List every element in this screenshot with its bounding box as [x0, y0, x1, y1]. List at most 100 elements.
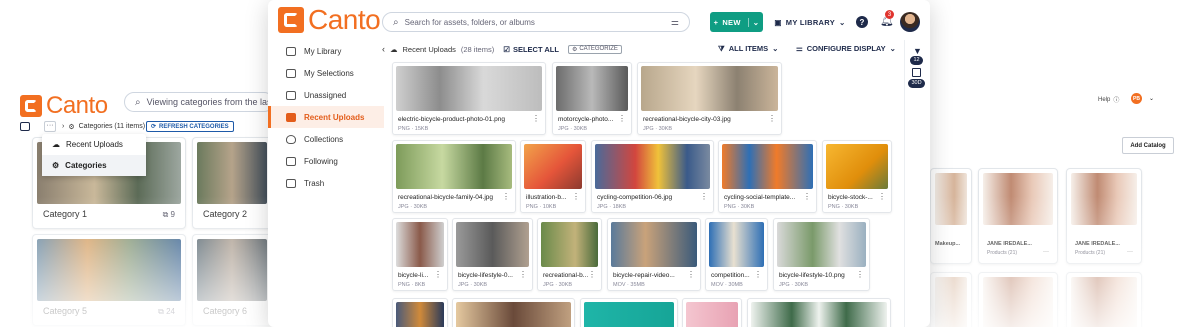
asset-card[interactable]: recreational-b... JPG · 30KB ⋮	[537, 218, 602, 291]
asset-card[interactable]: recreational-bicycle-family-04.jpg JPG · …	[392, 140, 516, 213]
more-icon[interactable]: ⋮	[700, 193, 708, 201]
asset-card[interactable]: competition... MOV · 30MB ⋮	[705, 218, 768, 291]
calendar-icon[interactable]	[912, 68, 921, 77]
catalog-tile[interactable]	[930, 272, 972, 327]
catalog-tile[interactable]: Makeup...	[930, 168, 972, 264]
asset-card[interactable]	[747, 298, 891, 327]
right-rail: ▼ 12 30D	[904, 40, 930, 327]
sidebar-item-unassigned[interactable]: Unassigned	[268, 84, 384, 106]
catalog-thumbnail	[935, 173, 967, 225]
funnel-icon[interactable]: ▼	[913, 46, 922, 56]
sidebar-item-collections[interactable]: Collections	[268, 128, 384, 150]
all-items-dropdown[interactable]: ⧩ ALL ITEMS ⌄	[718, 44, 778, 54]
asset-name: recreational-bicycle-city-03.jpg	[643, 116, 731, 123]
sidebar-item-my-library[interactable]: My Library	[268, 40, 384, 62]
configure-display-dropdown[interactable]: ⚌ CONFIGURE DISPLAY ⌄	[796, 44, 896, 53]
more-icon[interactable]: ⋮	[532, 115, 540, 123]
more-icon[interactable]: ⋮	[572, 193, 580, 201]
more-icon[interactable]: ⋮	[754, 271, 762, 279]
catalog-tile[interactable]	[1066, 272, 1142, 327]
filter-count-badge: 12	[910, 56, 923, 65]
more-icon[interactable]: ⋮	[519, 271, 527, 279]
asset-thumbnail	[826, 144, 888, 189]
chevron-left-icon[interactable]: ‹	[382, 44, 385, 54]
catalog-tile[interactable]: JANE IREDALE... Products (21) ···	[978, 168, 1058, 264]
more-icon[interactable]: ⋮	[687, 271, 695, 279]
asset-card[interactable]: recreational-bicycle-city-03.jpg JPG · 30…	[637, 62, 782, 135]
more-icon[interactable]: ···	[44, 121, 56, 132]
more-icon[interactable]: ⋮	[618, 115, 626, 123]
folder-icon[interactable]	[20, 122, 30, 131]
breadcrumb: › ⚙ Categories (11 items)	[62, 123, 146, 131]
more-icon[interactable]: ⋮	[588, 271, 596, 279]
category-tile[interactable]: Category 6	[192, 234, 272, 326]
asset-card[interactable]: motorcycle-photo... JPG · 30KB ⋮	[552, 62, 632, 135]
asset-card[interactable]	[452, 298, 575, 327]
sidebar-item-recent-uploads[interactable]: Recent Uploads⋮	[268, 106, 398, 128]
chevron-down-icon[interactable]: ⌄	[1149, 95, 1154, 102]
asset-meta: JPG · 30KB	[543, 282, 573, 288]
asset-card[interactable]: bicycle-li... PNG · 8KB ⋮	[392, 218, 448, 291]
following-icon	[286, 156, 296, 166]
assets-icon: ⧉	[162, 210, 171, 219]
category-tile[interactable]: Category 2	[192, 137, 272, 229]
sidebar-item-trash[interactable]: Trash	[268, 172, 384, 194]
categorize-button[interactable]: ⚙ CATEGORIZE	[567, 44, 622, 54]
more-icon[interactable]: ···	[1127, 249, 1133, 255]
asset-card[interactable]: bicycle-repair-video... MOV · 35MB ⋮	[607, 218, 701, 291]
asset-meta: PNG · 30KB	[724, 204, 755, 210]
more-icon[interactable]: ⋮	[768, 115, 776, 123]
help-link[interactable]: Help ⓘ	[1098, 95, 1119, 105]
more-icon[interactable]: ···	[1043, 249, 1049, 255]
catalog-tile[interactable]	[978, 272, 1058, 327]
asset-card[interactable]: bicycle-lifestyle-10.png JPG · 30KB ⋮	[773, 218, 870, 291]
chevron-down-icon: ⌄	[772, 44, 779, 53]
more-icon[interactable]: ⋮	[434, 271, 442, 279]
sidebar-item-my-selections[interactable]: My Selections	[268, 62, 384, 84]
asset-name: cycling-competition-06.jpg	[597, 194, 673, 201]
refresh-categories-button[interactable]: ⟳ REFRESH CATEGORIES	[146, 121, 234, 132]
asset-thumbnail	[396, 222, 444, 267]
asset-card[interactable]: illustration-b... PNG · 10KB ⋮	[520, 140, 586, 213]
help-icon[interactable]: ?	[856, 16, 868, 28]
more-icon[interactable]: ⋮	[502, 193, 510, 201]
more-icon[interactable]: ⋮	[878, 193, 886, 201]
asset-card[interactable]: bicycle-lifestyle-0... JPG · 30KB ⋮	[452, 218, 533, 291]
categories-icon: ⚙	[52, 161, 60, 170]
category-thumbnail	[37, 239, 181, 301]
asset-card[interactable]	[392, 298, 448, 327]
asset-thumbnail	[396, 302, 444, 327]
chevron-right-icon: ›	[62, 123, 65, 130]
more-icon[interactable]: ⋮	[856, 271, 864, 279]
sidebar-item-following[interactable]: Following	[268, 150, 384, 172]
add-catalog-button[interactable]: Add Catalog	[1122, 137, 1174, 154]
search-icon: ⌕	[135, 96, 141, 108]
search-input[interactable]: ⌕ Search for assets, folders, or albums …	[382, 12, 690, 32]
asset-card[interactable]: cycling-competition-06.jpg JPG · 18KB ⋮	[591, 140, 714, 213]
my-library-menu[interactable]: ▣ MY LIBRARY ⌄	[770, 12, 850, 32]
asset-name: bicycle-lifestyle-10.png	[779, 272, 845, 279]
catalog-tile[interactable]: JANE IREDALE... Products (21) ···	[1066, 168, 1142, 264]
asset-meta: JPG · 30KB	[458, 282, 488, 288]
heart-icon	[286, 134, 296, 144]
asset-card[interactable]	[580, 298, 678, 327]
more-icon[interactable]: ⋮	[803, 193, 811, 201]
asset-meta: JPG · 18KB	[597, 204, 627, 210]
select-all-button[interactable]: ☑ SELECT ALL	[503, 45, 559, 54]
bg-search-input[interactable]: ⌕ Viewing categories from the last 3	[124, 92, 282, 112]
asset-card[interactable]: bicycle-stock-... PNG · 30KB ⋮	[822, 140, 892, 213]
filter-sliders-icon[interactable]: ⚌	[671, 17, 679, 28]
dropdown-item-categories[interactable]: ⚙ Categories	[42, 155, 146, 176]
asset-card[interactable]: electric-bicycle-product-photo-01.png PNG…	[392, 62, 546, 135]
asset-card[interactable]: cycling-social-template... PNG · 30KB ⋮	[718, 140, 817, 213]
new-button[interactable]: + NEW ⌄	[710, 12, 763, 32]
user-avatar[interactable]	[900, 12, 920, 32]
canto-logo[interactable]: Canto	[278, 6, 381, 34]
dropdown-item-recent-uploads[interactable]: ☁ Recent Uploads	[42, 134, 146, 155]
asset-card[interactable]	[682, 298, 742, 327]
category-tile[interactable]: Category 5 ⧉ 24	[32, 234, 186, 326]
bg-logo[interactable]: Canto	[20, 92, 108, 120]
avatar[interactable]: PB	[1131, 93, 1142, 104]
asset-thumbnail	[686, 302, 738, 327]
category-thumbnail	[197, 239, 267, 301]
